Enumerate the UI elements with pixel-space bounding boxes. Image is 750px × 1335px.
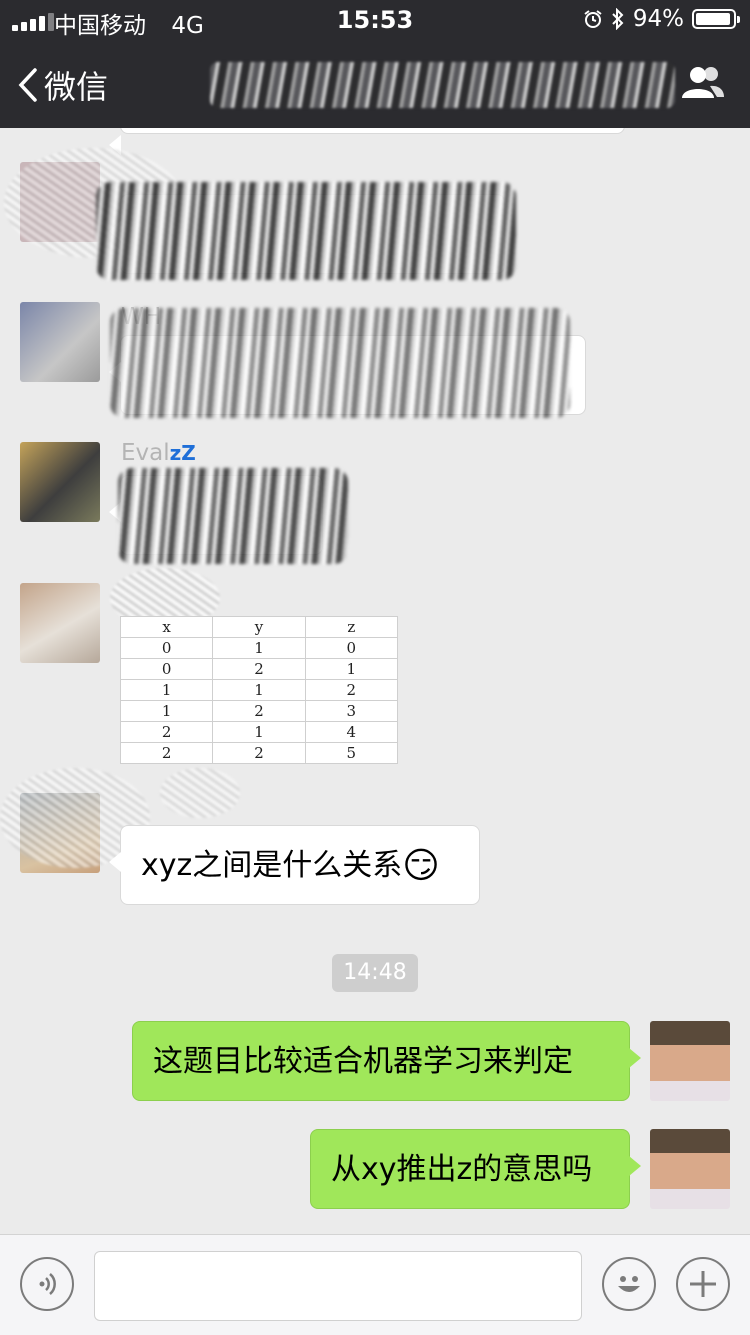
table-cell: 1 xyxy=(304,658,399,680)
more-button[interactable] xyxy=(676,1257,730,1311)
table-cell: 1 xyxy=(119,679,214,701)
redaction-mark xyxy=(96,182,516,280)
table-header-cell: y xyxy=(212,616,306,638)
top-bar: 中国移动 4G 15:53 94% 微信 xyxy=(0,0,750,128)
input-bar xyxy=(0,1234,750,1335)
sender-name-text: Eval xyxy=(121,440,170,466)
table-row: 123 xyxy=(119,700,399,722)
avatar[interactable] xyxy=(20,442,100,522)
own-avatar[interactable] xyxy=(650,1021,730,1101)
table-row: 010 xyxy=(119,637,399,659)
table-cell: 2 xyxy=(119,742,214,764)
shared-table-image[interactable]: x y z 010021112123214225 xyxy=(119,616,399,764)
table-cell: 3 xyxy=(304,700,399,722)
table-cell: 0 xyxy=(119,637,214,659)
chat-area[interactable]: WH EvalzZ x y z 010021112123214225 xyz之间… xyxy=(0,128,750,1234)
table-cell: 5 xyxy=(304,742,399,764)
table-cell: 2 xyxy=(212,742,306,764)
voice-button[interactable] xyxy=(20,1257,74,1311)
table-row: 112 xyxy=(119,679,399,701)
own-message-bubble[interactable]: 这题目比较适合机器学习来判定 xyxy=(132,1021,641,1101)
table-header-cell: x xyxy=(119,616,214,638)
message-text: 从xy推出z的意思吗 xyxy=(331,1152,593,1187)
table-cell: 0 xyxy=(119,658,214,680)
back-button[interactable]: 微信 xyxy=(18,62,108,108)
battery-icon xyxy=(692,9,740,29)
group-info-icon[interactable] xyxy=(680,64,726,102)
table-row: 225 xyxy=(119,742,399,764)
own-message-bubble[interactable]: 从xy推出z的意思吗 xyxy=(310,1129,641,1209)
message-text: 这题目比较适合机器学习来判定 xyxy=(153,1044,573,1079)
sender-name: EvalzZ xyxy=(121,440,196,466)
table-cell: 1 xyxy=(119,700,214,722)
table-header-row: x y z xyxy=(119,616,399,638)
message-timestamp: 14:48 xyxy=(332,954,418,992)
sender-name-zz: zZ xyxy=(169,441,196,465)
message-text: xyz之间是什么关系 xyxy=(141,848,403,883)
nav-bar: 微信 xyxy=(0,40,750,128)
table-cell: 2 xyxy=(212,700,306,722)
redaction-mark xyxy=(110,308,570,418)
battery-percent: 94% xyxy=(632,6,684,32)
smirk-emoji-icon: 😏 xyxy=(402,845,440,887)
table-cell: 1 xyxy=(212,637,306,659)
bluetooth-icon xyxy=(612,8,624,30)
plus-icon xyxy=(690,1271,716,1297)
avatar[interactable] xyxy=(20,302,100,382)
emoji-button[interactable] xyxy=(602,1257,656,1311)
table-header-cell: z xyxy=(304,616,399,638)
alarm-icon xyxy=(584,10,602,28)
table-cell: 1 xyxy=(212,721,306,743)
table-cell: 1 xyxy=(212,679,306,701)
message-input[interactable] xyxy=(94,1251,582,1321)
status-bar: 中国移动 4G 15:53 94% xyxy=(0,0,750,40)
table-cell: 2 xyxy=(304,679,399,701)
back-chevron-icon xyxy=(18,68,37,102)
message-bubble-partial[interactable] xyxy=(109,128,625,155)
table-row: 021 xyxy=(119,658,399,680)
avatar[interactable] xyxy=(20,583,100,663)
voice-icon xyxy=(39,1273,56,1295)
table-cell: 0 xyxy=(304,637,399,659)
message-bubble-question[interactable]: xyz之间是什么关系😏 xyxy=(109,825,480,905)
table-cell: 2 xyxy=(119,721,214,743)
table-cell: 2 xyxy=(212,658,306,680)
table-row: 214 xyxy=(119,721,399,743)
chat-title-redacted xyxy=(210,62,675,108)
redaction-mark xyxy=(118,468,348,564)
back-label: 微信 xyxy=(44,68,109,106)
own-avatar[interactable] xyxy=(650,1129,730,1209)
emoji-icon xyxy=(618,1276,640,1292)
redaction-scribble xyxy=(160,768,240,818)
status-right: 94% xyxy=(583,6,740,32)
table-cell: 4 xyxy=(304,721,399,743)
